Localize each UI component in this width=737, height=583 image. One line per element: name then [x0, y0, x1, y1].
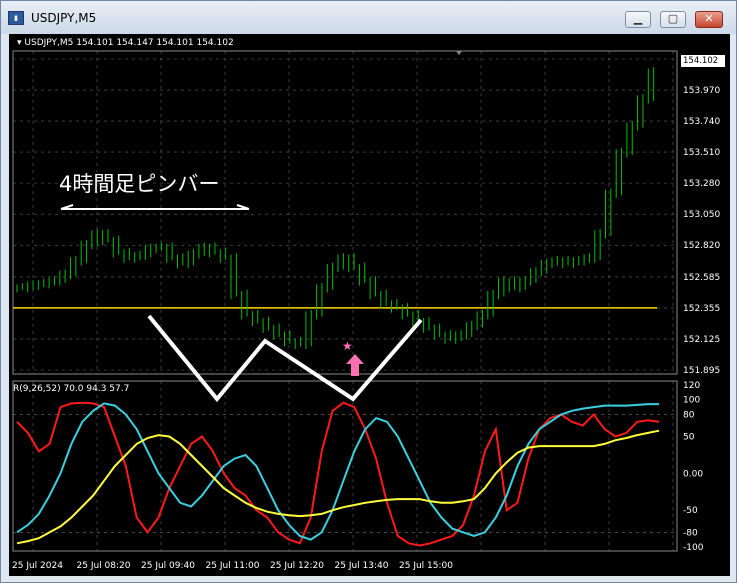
time-tick-label: 25 Jul 13:40: [335, 561, 389, 571]
symbol-label: USDJPY,M5: [24, 38, 74, 48]
price-tick-label: 153.510: [683, 148, 720, 158]
time-tick-label: 25 Jul 09:40: [141, 561, 195, 571]
indicator-tick-label: 0.00: [683, 469, 703, 479]
buy-star-icon: ★: [342, 339, 353, 353]
indicator-tick-label: -50: [683, 506, 698, 516]
minimize-icon[interactable]: ▁: [625, 11, 651, 28]
indicator-tick-label: 50: [683, 433, 695, 443]
price-tick-label: 151.895: [683, 366, 720, 376]
indicator-tick-label: 80: [683, 410, 695, 420]
rsi-long-line: [16, 429, 660, 545]
close-icon[interactable]: ✕: [695, 11, 723, 28]
indicator-tick-label: -80: [683, 528, 698, 538]
window-title: USDJPY,M5: [31, 11, 97, 25]
buy-arrow-icon: [346, 354, 364, 376]
time-tick-label: 25 Jul 12:20: [270, 561, 324, 571]
indicator-tick-label: -100: [683, 543, 704, 553]
price-tick-label: 152.585: [683, 273, 720, 283]
rsi-mid-line: [16, 402, 659, 541]
price-tick-label: 153.050: [683, 210, 720, 220]
chart-area[interactable]: 154.200153.970153.740153.510153.280153.0…: [9, 34, 730, 576]
w-pattern-markup: [147, 314, 423, 403]
price-tick-label: 152.125: [683, 335, 720, 345]
price-tick-label: 152.820: [683, 241, 720, 251]
current-price-badge: 154.102: [681, 55, 725, 67]
shift-marker-icon: [456, 51, 462, 55]
time-tick-label: 25 Jul 11:00: [206, 561, 260, 571]
chart-window-icon: ▮: [8, 11, 24, 25]
chart-window: ▮ USDJPY,M5 ▁ ▢ ✕ 154.200153.970153.7401…: [0, 0, 737, 583]
ohlc-values: 154.101 154.147 154.101 154.102: [76, 38, 234, 48]
annotation-text: 4時間足ピンバー: [59, 172, 219, 196]
main-plot-frame: [12, 50, 678, 375]
indicator-header: R(9,26,52) 70.0 94.3 57.7: [13, 384, 130, 394]
time-tick-label: 25 Jul 2024: [12, 561, 63, 571]
price-tick-label: 152.355: [683, 304, 720, 314]
indicator-tick-label: 100: [683, 396, 700, 406]
price-tick-label: 153.740: [683, 117, 720, 127]
chart-svg[interactable]: 154.200153.970153.740153.510153.280153.0…: [9, 34, 730, 576]
title-bar[interactable]: ▮ USDJPY,M5 ▁ ▢ ✕: [1, 1, 736, 34]
indicator-plot-frame: [12, 380, 678, 552]
price-tick-label: 153.280: [683, 179, 720, 189]
restore-icon[interactable]: ▢: [660, 11, 686, 28]
time-tick-label: 25 Jul 08:20: [77, 561, 131, 571]
indicator-tick-label: 120: [683, 381, 700, 391]
rsi-short-line: [16, 401, 660, 547]
time-tick-label: 25 Jul 15:00: [399, 561, 453, 571]
price-tick-label: 153.970: [683, 86, 720, 96]
main-chart-header: ▾ USDJPY,M5 154.101 154.147 154.101 154.…: [17, 38, 234, 48]
